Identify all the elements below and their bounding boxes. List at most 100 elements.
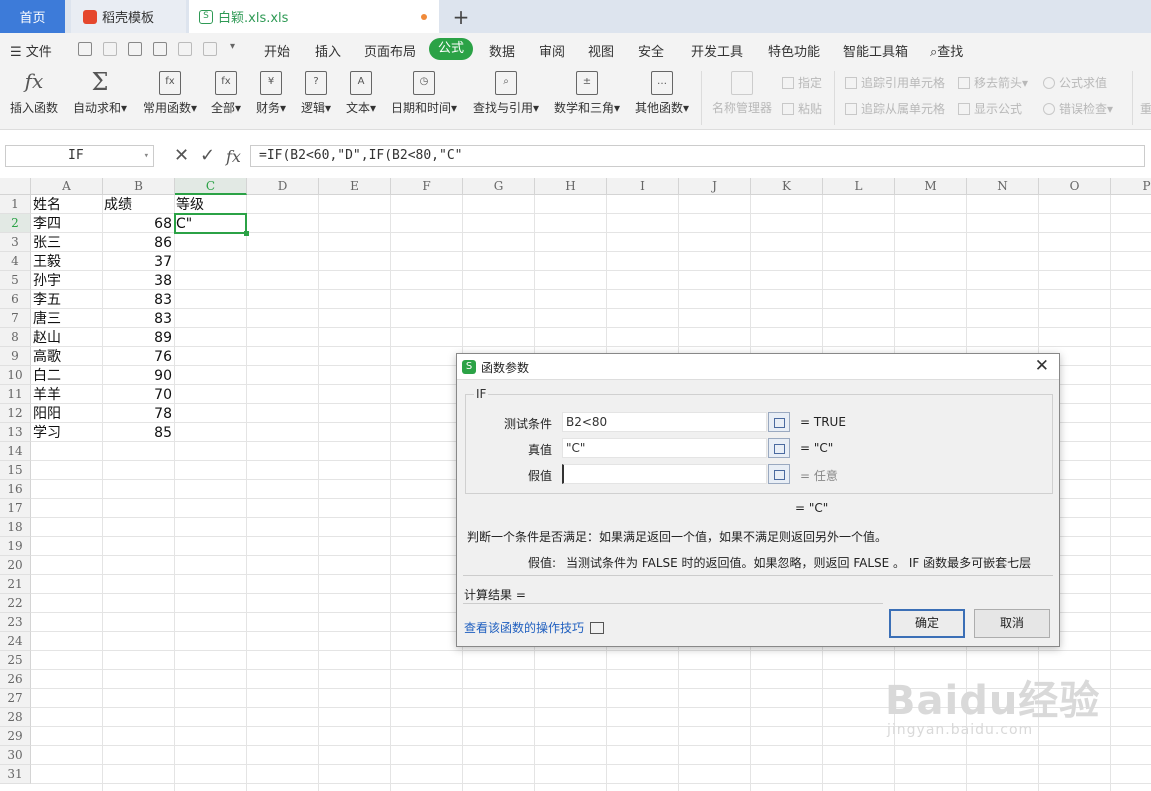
cell-name[interactable]: 学习 <box>33 424 61 443</box>
row-header[interactable]: 19 <box>0 537 31 556</box>
column-header[interactable]: A <box>31 178 103 195</box>
cancel-formula-icon[interactable]: ✕ <box>174 145 189 166</box>
menu-start[interactable]: 开始 <box>264 41 290 60</box>
other-functions-button[interactable]: … 其他函数▾ <box>632 71 692 116</box>
row-header[interactable]: 23 <box>0 613 31 632</box>
column-header[interactable]: J <box>679 178 751 195</box>
close-icon[interactable]: ✕ <box>1035 356 1049 376</box>
cell-score[interactable]: 83 <box>103 310 174 329</box>
cell-b1[interactable]: 成绩 <box>104 196 132 215</box>
finance-button[interactable]: ¥ 财务▾ <box>253 71 289 116</box>
formula-input[interactable]: =IF(B2<60,"D",IF(B2<80,"C" <box>250 145 1145 167</box>
row-header[interactable]: 25 <box>0 651 31 670</box>
name-box[interactable]: IF ▾ <box>5 145 154 167</box>
print-icon[interactable] <box>128 42 142 56</box>
row-header[interactable]: 7 <box>0 309 31 328</box>
param-input-true[interactable]: "C" <box>562 438 767 458</box>
row-header[interactable]: 17 <box>0 499 31 518</box>
cell-name[interactable]: 阳阳 <box>33 405 61 424</box>
row-header[interactable]: 12 <box>0 404 31 423</box>
help-link[interactable]: 查看该函数的操作技巧 <box>464 619 605 636</box>
column-header[interactable]: I <box>607 178 679 195</box>
menu-special[interactable]: 特色功能 <box>768 41 820 60</box>
confirm-formula-icon[interactable]: ✓ <box>200 145 215 166</box>
row-header[interactable]: 24 <box>0 632 31 651</box>
row-header[interactable]: 29 <box>0 727 31 746</box>
row-header[interactable]: 13 <box>0 423 31 442</box>
menu-smart-toolbox[interactable]: 智能工具箱 <box>843 41 908 60</box>
row-header[interactable]: 22 <box>0 594 31 613</box>
row-header[interactable]: 1 <box>0 195 31 214</box>
column-header[interactable]: F <box>391 178 463 195</box>
undo-icon[interactable] <box>178 42 192 56</box>
remove-arrows-button[interactable]: 移去箭头▾ <box>958 74 1028 91</box>
ok-button[interactable]: 确定 <box>889 609 965 638</box>
cell-score[interactable]: 68 <box>103 215 174 234</box>
row-header[interactable]: 21 <box>0 575 31 594</box>
save-icon[interactable] <box>78 42 92 56</box>
select-all-corner[interactable] <box>0 178 31 195</box>
row-header[interactable]: 5 <box>0 271 31 290</box>
collapse-dialog-icon[interactable] <box>768 412 790 432</box>
row-header[interactable]: 9 <box>0 347 31 366</box>
redo-icon[interactable] <box>203 42 217 56</box>
cell-a1[interactable]: 姓名 <box>33 196 61 215</box>
cell-score[interactable]: 37 <box>103 253 174 272</box>
column-header[interactable]: P <box>1111 178 1151 195</box>
all-functions-button[interactable]: fx 全部▾ <box>208 71 244 116</box>
collapse-dialog-icon[interactable] <box>768 438 790 458</box>
fx-icon[interactable]: fx <box>226 147 241 166</box>
row-header[interactable]: 2 <box>0 214 31 233</box>
param-input-condition[interactable]: B2<80 <box>562 412 767 432</box>
name-manager-button[interactable]: 名称管理器 <box>710 71 774 116</box>
row-header[interactable]: 3 <box>0 233 31 252</box>
cell-score[interactable]: 89 <box>103 329 174 348</box>
column-header[interactable]: L <box>823 178 895 195</box>
cell-score[interactable]: 85 <box>103 424 174 443</box>
row-header[interactable]: 11 <box>0 385 31 404</box>
datetime-button[interactable]: ◷ 日期和时间▾ <box>388 71 460 116</box>
menu-view[interactable]: 视图 <box>588 41 614 60</box>
row-header[interactable]: 20 <box>0 556 31 575</box>
param-input-false[interactable] <box>562 464 767 484</box>
recalc-button[interactable]: 重 <box>1140 100 1151 117</box>
tab-file[interactable]: S 白颖.xls.xls <box>189 0 439 33</box>
fill-handle[interactable] <box>244 231 249 236</box>
cell-name[interactable]: 李五 <box>33 291 61 310</box>
cell-score[interactable]: 76 <box>103 348 174 367</box>
menu-security[interactable]: 安全 <box>638 41 664 60</box>
common-functions-button[interactable]: fx 常用函数▾ <box>140 71 200 116</box>
cell-score[interactable]: 86 <box>103 234 174 253</box>
row-header[interactable]: 15 <box>0 461 31 480</box>
math-button[interactable]: ± 数学和三角▾ <box>551 71 623 116</box>
menu-review[interactable]: 审阅 <box>539 41 565 60</box>
column-header[interactable]: O <box>1039 178 1111 195</box>
text-functions-button[interactable]: A 文本▾ <box>343 71 379 116</box>
row-header[interactable]: 27 <box>0 689 31 708</box>
row-header[interactable]: 16 <box>0 480 31 499</box>
column-header[interactable]: N <box>967 178 1039 195</box>
cell-name[interactable]: 高歌 <box>33 348 61 367</box>
column-header[interactable]: B <box>103 178 175 195</box>
column-header[interactable]: G <box>463 178 535 195</box>
quick-access-dropdown-icon[interactable]: ▾ <box>230 41 235 52</box>
column-header[interactable]: D <box>247 178 319 195</box>
cell-name[interactable]: 赵山 <box>33 329 61 348</box>
tab-home[interactable]: 首页 <box>0 0 65 33</box>
menu-search[interactable]: ⌕查找 <box>930 41 963 60</box>
row-header[interactable]: 8 <box>0 328 31 347</box>
define-name-button[interactable]: 指定 <box>782 74 822 91</box>
show-formulas-button[interactable]: 显示公式 <box>958 100 1022 117</box>
row-header[interactable]: 30 <box>0 746 31 765</box>
cell-score[interactable]: 83 <box>103 291 174 310</box>
evaluate-formula-button[interactable]: 公式求值 <box>1043 74 1107 91</box>
cell-score[interactable]: 78 <box>103 405 174 424</box>
column-header[interactable]: H <box>535 178 607 195</box>
format-painter-icon[interactable] <box>103 42 117 56</box>
row-header[interactable]: 4 <box>0 252 31 271</box>
column-header[interactable]: E <box>319 178 391 195</box>
tab-template[interactable]: 稻壳模板 <box>71 0 186 33</box>
cell-name[interactable]: 白二 <box>33 367 61 386</box>
logic-button[interactable]: ? 逻辑▾ <box>298 71 334 116</box>
menu-data[interactable]: 数据 <box>489 41 515 60</box>
